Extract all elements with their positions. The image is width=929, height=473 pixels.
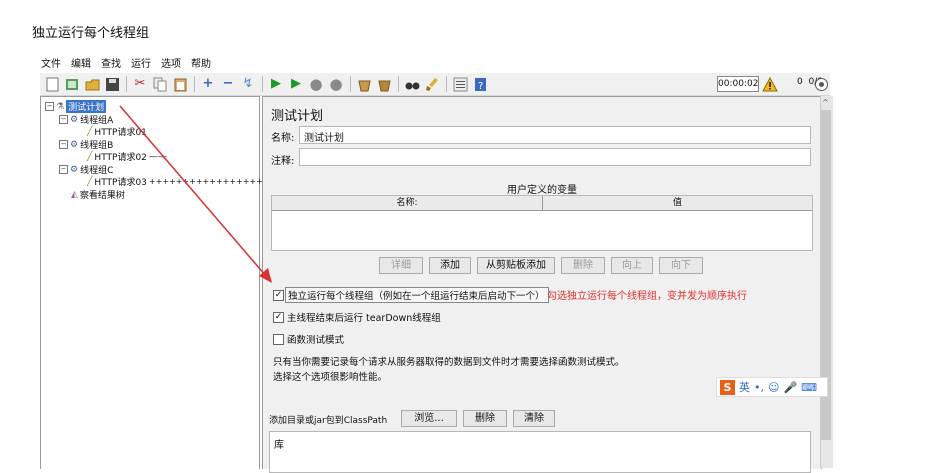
delete-var-button[interactable]: 删除	[561, 257, 605, 274]
thread-group-icon: ⚙	[70, 139, 79, 150]
cut-icon[interactable]: ✂	[132, 76, 148, 92]
tree-label-suffix: +++++++++++++++++++	[148, 177, 277, 186]
svg-text:?: ?	[478, 81, 483, 92]
menu-help[interactable]: 帮助	[190, 55, 212, 71]
menu-search[interactable]: 查找	[100, 55, 122, 71]
page-title: 独立运行每个线程组	[32, 26, 150, 41]
collapse-toggle[interactable]: −	[59, 165, 68, 174]
tree-label-suffix: ——	[148, 151, 167, 162]
user-vars-table[interactable]: 名称: 值	[271, 195, 813, 251]
annotation-text: 勾选独立运行每个线程组，变并发为顺序执行	[547, 291, 747, 302]
column-header-value[interactable]: 值	[543, 196, 812, 211]
classpath-clear-button[interactable]: 清除	[513, 410, 555, 427]
test-plan-tree: − ⚗ 测试计划 − ⚙ 线程组A ╱ HTTP请求01 − ⚙ 线程组B ╱ …	[40, 96, 276, 469]
shutdown-icon[interactable]: ●	[328, 76, 344, 92]
classpath-delete-button[interactable]: 删除	[463, 410, 507, 427]
collapse-toggle[interactable]: −	[59, 115, 68, 124]
tree-node-req-03[interactable]: ╱ HTTP请求03 +++++++++++++++++++	[87, 175, 277, 189]
function-helper-icon[interactable]	[452, 76, 468, 92]
column-header-name[interactable]: 名称:	[272, 196, 543, 211]
run-groups-consecutively-label: 独立运行每个线程组（例如在一个组运行结束后启动下一个）	[285, 287, 549, 303]
tree-label: HTTP请求01	[94, 128, 147, 138]
thread-group-icon: ⚙	[70, 114, 79, 125]
library-header: 库	[274, 440, 284, 451]
toolbar: ✂ + − ↯ ▶ ▶ ● ● ? 00:00:02 0 0/9	[40, 73, 830, 96]
menu-options[interactable]: 选项	[160, 55, 182, 71]
ime-language-label[interactable]: 英	[739, 379, 750, 395]
add-button[interactable]: 添加	[429, 257, 471, 274]
tree-label: 察看结果树	[79, 191, 125, 201]
emoji-icon[interactable]: ☺	[768, 381, 779, 394]
toggle-icon[interactable]: ↯	[240, 76, 256, 92]
name-field[interactable]: 测试计划	[299, 126, 811, 144]
tree-node-result-tree[interactable]: ◭ 察看结果树	[71, 188, 125, 202]
microphone-icon[interactable]: 🎤	[783, 381, 797, 394]
keyboard-icon[interactable]: ⌨	[801, 381, 817, 394]
remote-icon[interactable]	[813, 76, 829, 92]
menu-edit[interactable]: 编辑	[70, 55, 92, 71]
comment-label: 注释:	[271, 156, 295, 167]
test-plan-panel: 测试计划 名称: 测试计划 注释: 用户定义的变量 名称: 值 详细 添加 从剪…	[262, 96, 822, 473]
expand-icon[interactable]: +	[200, 76, 216, 92]
teardown-checkbox[interactable]: ✓	[273, 312, 284, 323]
move-down-button[interactable]: 向下	[659, 257, 703, 274]
sampler-icon: ╱	[87, 151, 93, 162]
detail-button[interactable]: 详细	[379, 257, 423, 274]
functional-mode-label: 函数测试模式	[287, 335, 345, 346]
ime-toolbar[interactable]: S 英 •, ☺ 🎤 ⌨	[716, 377, 828, 397]
listener-icon: ◭	[71, 189, 78, 200]
functional-note-line2: 选择这个选项很影响性能。	[273, 372, 388, 383]
copy-icon[interactable]	[152, 76, 168, 92]
sampler-icon: ╱	[87, 126, 93, 137]
collapse-toggle[interactable]: −	[59, 140, 68, 149]
elapsed-time: 00:00:02	[717, 76, 759, 92]
clear-icon[interactable]	[356, 76, 372, 92]
punctuation-icon[interactable]: •,	[754, 381, 764, 394]
tree-node-test-plan[interactable]: − ⚗ 测试计划	[45, 100, 107, 113]
collapse-icon[interactable]: −	[220, 76, 236, 92]
functional-note-line1: 只有当你需要记录每个请求从服务器取得的数据到文件时才需要选择函数测试模式。	[273, 357, 625, 368]
stop-icon[interactable]: ●	[308, 76, 324, 92]
thread-group-icon: ⚙	[70, 164, 79, 175]
tree-node-req-01[interactable]: ╱ HTTP请求01	[87, 125, 147, 139]
tree-label: 测试计划	[66, 100, 107, 113]
error-count: 0	[797, 77, 803, 87]
new-icon[interactable]	[44, 76, 60, 92]
teardown-label: 主线程结束后运行 tearDown线程组	[287, 313, 441, 324]
help-icon[interactable]: ?	[472, 76, 488, 92]
panel-title: 测试计划	[271, 109, 324, 124]
run-groups-consecutively-checkbox[interactable]: ✓	[273, 290, 284, 301]
test-plan-icon: ⚗	[56, 101, 65, 112]
save-icon[interactable]	[104, 76, 120, 92]
menu-run[interactable]: 运行	[130, 55, 152, 71]
broom-icon[interactable]	[424, 76, 440, 92]
warning-icon[interactable]	[762, 76, 778, 92]
name-label: 名称:	[271, 133, 295, 144]
clear-all-icon[interactable]	[376, 76, 392, 92]
user-vars-title: 用户定义的变量	[507, 185, 577, 196]
add-from-clipboard-button[interactable]: 从剪贴板添加	[477, 257, 555, 274]
tree-label: HTTP请求02	[94, 153, 147, 163]
classpath-label: 添加目录或jar包到ClassPath	[269, 416, 388, 426]
tree-label: HTTP请求03	[94, 178, 147, 188]
tree-node-req-02[interactable]: ╱ HTTP请求02 ——	[87, 150, 167, 164]
classpath-list[interactable]: 库	[269, 431, 811, 473]
templates-icon[interactable]	[64, 76, 80, 92]
collapse-toggle[interactable]: −	[45, 102, 54, 111]
open-icon[interactable]	[84, 76, 100, 92]
scroll-up-icon[interactable]: ^	[822, 98, 829, 107]
functional-mode-checkbox[interactable]	[273, 334, 284, 345]
menu-file[interactable]: 文件	[40, 55, 62, 71]
menu-bar: 文件 编辑 查找 运行 选项 帮助	[40, 55, 830, 71]
start-icon[interactable]: ▶	[268, 76, 284, 92]
comment-field[interactable]	[299, 148, 811, 166]
start-no-pause-icon[interactable]: ▶	[288, 76, 304, 92]
sampler-icon: ╱	[87, 176, 93, 187]
binoculars-icon[interactable]	[404, 76, 420, 92]
name-value: 测试计划	[304, 133, 344, 144]
paste-icon[interactable]	[172, 76, 188, 92]
sogou-logo-icon: S	[720, 379, 735, 395]
move-up-button[interactable]: 向上	[611, 257, 653, 274]
browse-button[interactable]: 浏览...	[401, 410, 457, 427]
